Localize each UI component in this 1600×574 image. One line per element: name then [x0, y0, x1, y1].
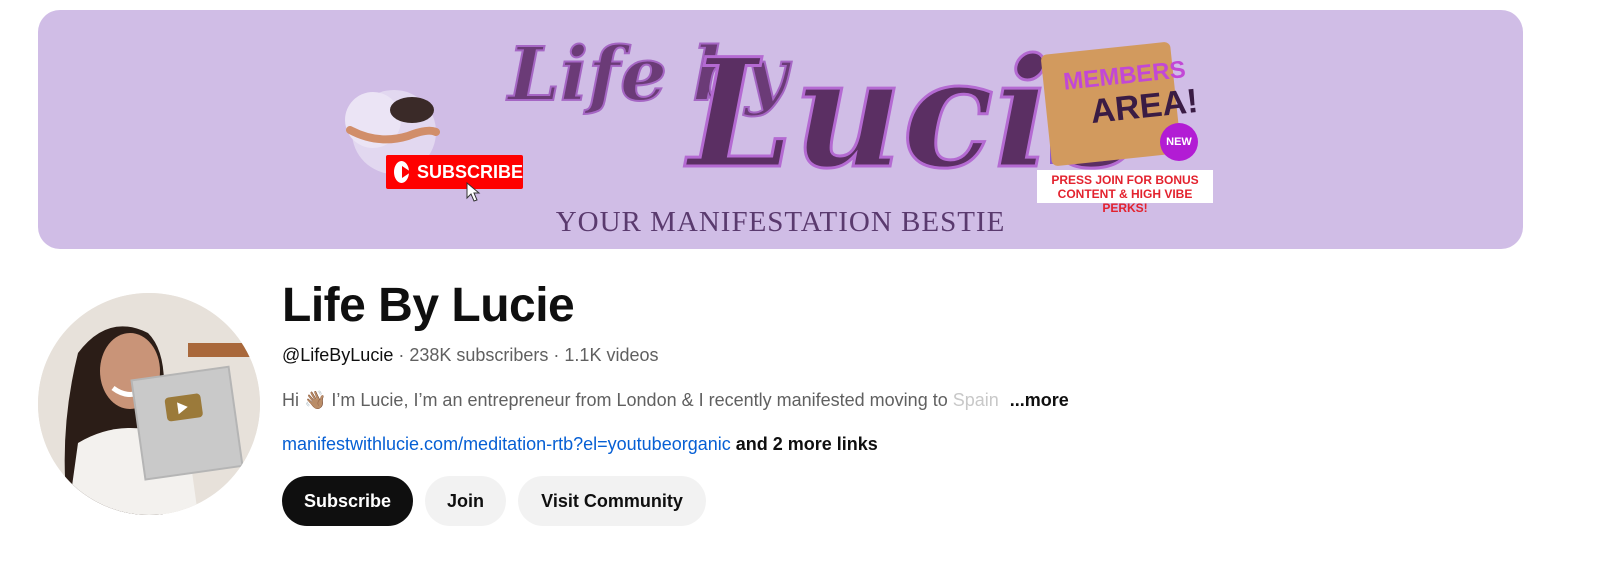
channel-banner: Life by Lucie SUBSCRIBE MEMBERS AREA! NE…: [38, 10, 1523, 249]
channel-link[interactable]: manifestwithlucie.com/meditation-rtb?el=…: [282, 434, 731, 454]
video-count: 1.1K videos: [564, 345, 659, 365]
new-badge: NEW: [1160, 123, 1198, 161]
description-faded-text: Spain: [952, 390, 999, 410]
press-join-line1: PRESS JOIN FOR BONUS: [1051, 173, 1199, 187]
subscribe-button[interactable]: Subscribe: [282, 476, 413, 526]
channel-description[interactable]: Hi 👋🏽 I’m Lucie, I’m an entrepreneur fro…: [282, 390, 1069, 411]
banner-subscribe-graphic: SUBSCRIBE: [386, 155, 523, 189]
join-button[interactable]: Join: [425, 476, 506, 526]
visit-community-button[interactable]: Visit Community: [518, 476, 706, 526]
meta-separator: ·: [393, 345, 410, 365]
meta-separator: ·: [548, 345, 565, 365]
more-description-link[interactable]: ...more: [1010, 390, 1069, 410]
subscriber-count: 238K subscribers: [409, 345, 549, 365]
play-icon: [394, 161, 411, 183]
description-text: Hi 👋🏽 I’m Lucie, I’m an entrepreneur fro…: [282, 390, 953, 410]
banner-logo: Life by Lucie: [468, 24, 1148, 204]
more-links-button[interactable]: and 2 more links: [736, 434, 878, 454]
banner-tagline: YOUR MANIFESTATION BESTIE: [555, 206, 1006, 238]
channel-name: Life By Lucie: [282, 279, 575, 332]
banner-subscribe-label: SUBSCRIBE: [416, 161, 523, 182]
channel-avatar[interactable]: [38, 293, 260, 515]
avatar-photo: [38, 293, 260, 515]
press-join-note: PRESS JOIN FOR BONUS CONTENT & HIGH VIBE…: [1037, 170, 1213, 215]
channel-handle: @LifeByLucie: [282, 345, 394, 365]
cursor-icon: [466, 182, 481, 202]
channel-links: manifestwithlucie.com/meditation-rtb?el=…: [282, 434, 878, 455]
channel-meta: @LifeByLucie · 238K subscribers · 1.1K v…: [282, 345, 658, 366]
